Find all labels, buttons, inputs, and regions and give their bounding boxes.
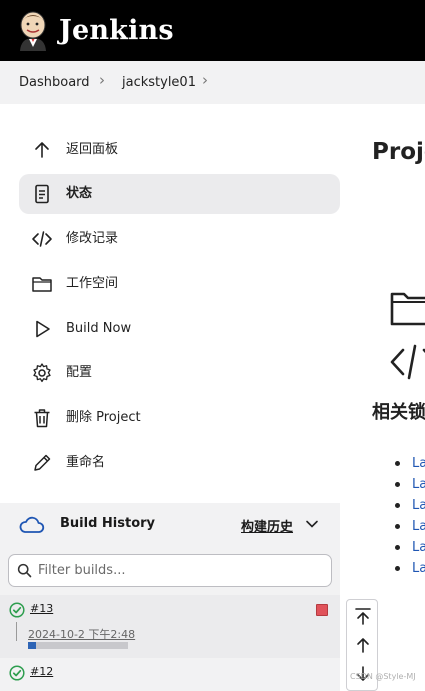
sidebar-item-label: 返回面板 <box>66 142 119 157</box>
sidebar-item-label: Build Now <box>66 321 132 336</box>
related-link[interactable]: La <box>392 537 425 558</box>
code-icon <box>32 231 52 247</box>
arrow-up-icon <box>35 142 49 158</box>
sidebar-item-label: 修改记录 <box>66 231 119 246</box>
filter-builds-input[interactable] <box>38 560 318 580</box>
scroll-up-icon[interactable] <box>352 634 374 656</box>
trash-icon <box>34 409 50 428</box>
timeline-line <box>16 622 17 641</box>
jenkins-logo-icon[interactable] <box>16 11 50 51</box>
sidebar-item-delete-project[interactable]: 删除 Project <box>19 398 340 438</box>
watermark: CSDN @Style-MJ <box>350 672 416 681</box>
related-link[interactable]: La <box>392 474 425 495</box>
related-links-list: La La La La La La <box>392 453 425 579</box>
breadcrumb: Dashboard › jackstyle01 › <box>0 61 425 104</box>
chevron-down-icon[interactable] <box>305 517 319 531</box>
app-title[interactable]: Jenkins <box>59 14 174 48</box>
sidebar-item-configure[interactable]: 配置 <box>19 353 340 393</box>
sidebar-item-label: 工作空间 <box>66 276 119 291</box>
build-progress-bar <box>28 642 128 649</box>
related-link[interactable]: La <box>392 558 425 579</box>
sidebar-item-build-now[interactable]: Build Now <box>19 309 340 349</box>
related-link[interactable]: La <box>392 495 425 516</box>
document-icon <box>35 184 49 204</box>
build-number-link[interactable]: #12 <box>30 665 53 678</box>
filter-builds-field[interactable] <box>8 554 332 587</box>
page-title: Proje <box>372 139 425 165</box>
sidebar-item-label: 删除 Project <box>66 410 141 425</box>
build-row: #13 2024-10-2 下午2:48 <box>0 595 340 658</box>
changes-code-icon[interactable] <box>390 344 425 380</box>
pencil-icon <box>34 454 51 471</box>
top-bar: Jenkins <box>0 0 425 61</box>
build-progress-fill <box>28 642 36 649</box>
workspace-folder-icon[interactable] <box>390 288 425 326</box>
breadcrumb-separator-icon[interactable]: › <box>202 71 208 89</box>
build-history-panel: Build History 构建历史 #13 2024-10-2 下午2:48 … <box>0 503 340 691</box>
cloud-icon <box>19 516 45 533</box>
play-icon <box>36 320 50 338</box>
sidebar-item-changes[interactable]: 修改记录 <box>19 219 340 259</box>
sidebar-item-label: 重命名 <box>66 455 106 470</box>
build-history-trend-link[interactable]: 构建历史 <box>241 516 293 535</box>
sidebar-item-back-to-dashboard[interactable]: 返回面板 <box>19 130 340 170</box>
related-links-heading: 相关锁 <box>372 402 425 423</box>
gear-icon <box>33 363 51 383</box>
sidebar-item-label: 配置 <box>66 365 93 380</box>
related-link[interactable]: La <box>392 516 425 537</box>
folder-icon <box>32 277 52 292</box>
breadcrumb-dashboard[interactable]: Dashboard <box>19 74 90 91</box>
build-date-link[interactable]: 2024-10-2 下午2:48 <box>28 626 135 642</box>
sidebar-item-workspace[interactable]: 工作空间 <box>19 264 340 304</box>
success-check-icon <box>9 665 25 681</box>
breadcrumb-separator-icon[interactable]: › <box>99 71 105 89</box>
success-check-icon <box>9 602 25 618</box>
sidebar-item-label: 状态 <box>66 186 93 201</box>
sidebar-item-rename[interactable]: 重命名 <box>19 443 340 483</box>
search-icon <box>17 563 32 578</box>
scroll-to-top-icon[interactable] <box>352 605 374 627</box>
build-row: #12 <box>0 658 340 691</box>
delete-build-icon[interactable] <box>316 604 328 616</box>
build-number-link[interactable]: #13 <box>30 602 53 615</box>
related-link[interactable]: La <box>392 453 425 474</box>
breadcrumb-job[interactable]: jackstyle01 <box>122 74 196 91</box>
build-history-title: Build History <box>60 516 156 531</box>
sidebar-item-status[interactable]: 状态 <box>19 174 340 214</box>
